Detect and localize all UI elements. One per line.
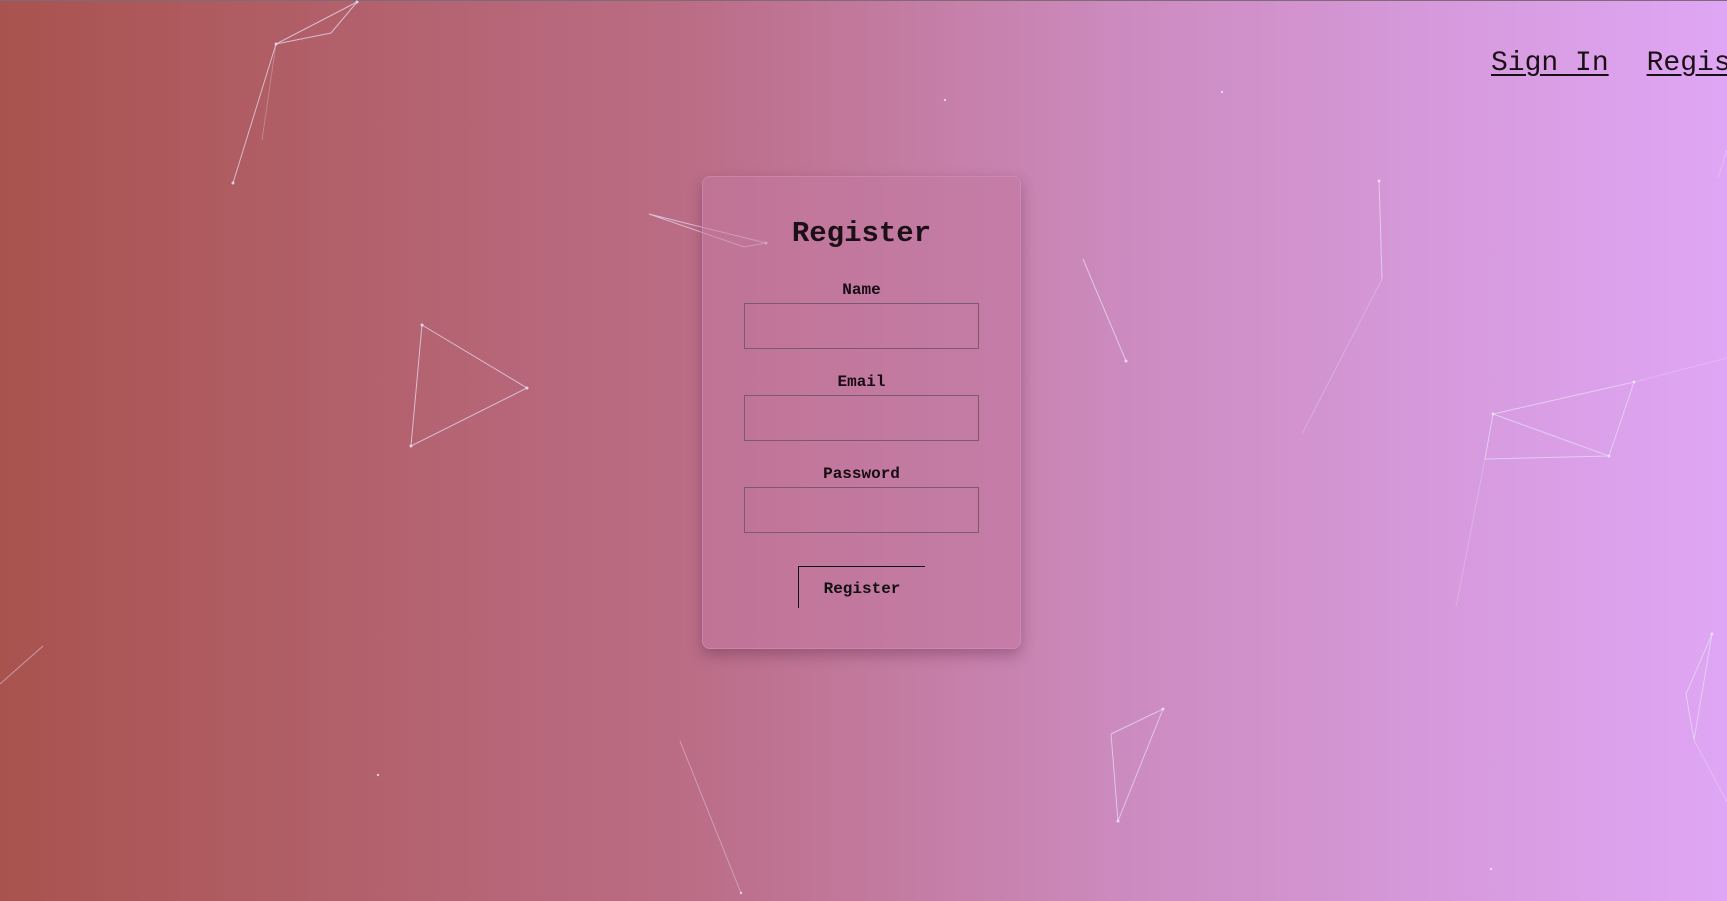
register-card: Register Name Email Password Register	[702, 176, 1021, 649]
register-submit-button[interactable]: Register	[798, 566, 925, 608]
name-input[interactable]	[744, 303, 979, 349]
password-label: Password	[703, 465, 1020, 483]
email-label: Email	[703, 373, 1020, 391]
name-label: Name	[703, 281, 1020, 299]
top-nav: Sign In Register	[1491, 48, 1727, 88]
password-input[interactable]	[744, 487, 979, 533]
nav-sign-in-link[interactable]: Sign In	[1491, 48, 1609, 79]
nav-register-link[interactable]: Register	[1647, 48, 1727, 79]
top-border	[0, 0, 1727, 1]
register-title: Register	[703, 217, 1020, 250]
email-input[interactable]	[744, 395, 979, 441]
